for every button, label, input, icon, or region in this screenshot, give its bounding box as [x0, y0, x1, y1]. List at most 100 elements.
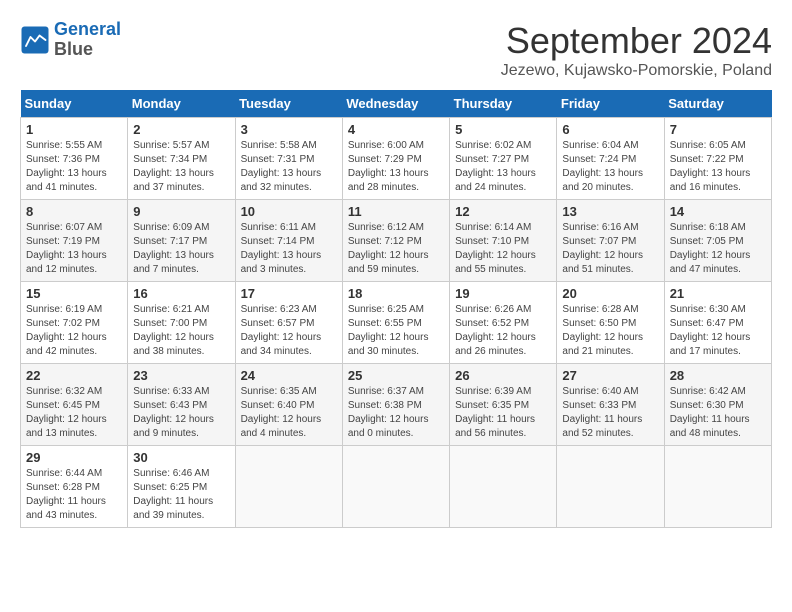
calendar-cell: 28Sunrise: 6:42 AMSunset: 6:30 PMDayligh…	[664, 364, 771, 446]
calendar-cell: 15Sunrise: 6:19 AMSunset: 7:02 PMDayligh…	[21, 282, 128, 364]
cell-content: Sunrise: 6:46 AMSunset: 6:25 PMDaylight:…	[133, 467, 229, 523]
day-number: 30	[133, 450, 229, 465]
cell-content: Sunrise: 6:14 AMSunset: 7:10 PMDaylight:…	[455, 221, 551, 277]
month-title: September 2024	[501, 20, 772, 62]
cell-content: Sunrise: 6:42 AMSunset: 6:30 PMDaylight:…	[670, 385, 766, 441]
day-number: 3	[241, 122, 337, 137]
cell-content: Sunrise: 6:09 AMSunset: 7:17 PMDaylight:…	[133, 221, 229, 277]
day-number: 7	[670, 122, 766, 137]
logo-icon	[20, 25, 50, 55]
day-number: 6	[562, 122, 658, 137]
cell-content: Sunrise: 6:39 AMSunset: 6:35 PMDaylight:…	[455, 385, 551, 441]
cell-content: Sunrise: 6:04 AMSunset: 7:24 PMDaylight:…	[562, 139, 658, 195]
calendar-cell: 6 Sunrise: 6:04 AMSunset: 7:24 PMDaylight…	[557, 118, 664, 200]
calendar-cell: 29 Sunrise: 6:44 AMSunset: 6:28 PMDayligh…	[21, 446, 128, 528]
calendar-cell: 12Sunrise: 6:14 AMSunset: 7:10 PMDayligh…	[450, 200, 557, 282]
cell-content: Sunrise: 5:57 AMSunset: 7:34 PMDaylight:…	[133, 139, 229, 195]
calendar-cell: 10 Sunrise: 6:11 AMSunset: 7:14 PMDayligh…	[235, 200, 342, 282]
calendar-cell: 3 Sunrise: 5:58 AMSunset: 7:31 PMDaylight…	[235, 118, 342, 200]
day-number: 4	[348, 122, 444, 137]
weekday-header: Tuesday	[235, 90, 342, 118]
day-number: 13	[562, 204, 658, 219]
cell-content: Sunrise: 6:33 AMSunset: 6:43 PMDaylight:…	[133, 385, 229, 441]
day-number: 14	[670, 204, 766, 219]
calendar-cell: 17 Sunrise: 6:23 AMSunset: 6:57 PMDayligh…	[235, 282, 342, 364]
cell-content: Sunrise: 6:18 AMSunset: 7:05 PMDaylight:…	[670, 221, 766, 277]
cell-content: Sunrise: 6:12 AMSunset: 7:12 PMDaylight:…	[348, 221, 444, 277]
calendar-cell: 30 Sunrise: 6:46 AMSunset: 6:25 PMDayligh…	[128, 446, 235, 528]
calendar-cell: 20Sunrise: 6:28 AMSunset: 6:50 PMDayligh…	[557, 282, 664, 364]
day-number: 26	[455, 368, 551, 383]
day-number: 10	[241, 204, 337, 219]
calendar-week-row: 1 Sunrise: 5:55 AMSunset: 7:36 PMDaylight…	[21, 118, 772, 200]
day-number: 9	[133, 204, 229, 219]
cell-content: Sunrise: 6:11 AMSunset: 7:14 PMDaylight:…	[241, 221, 337, 277]
day-number: 29	[26, 450, 122, 465]
logo-text: General Blue	[54, 20, 121, 60]
calendar-table: SundayMondayTuesdayWednesdayThursdayFrid…	[20, 90, 772, 528]
page-header: General Blue September 2024 Jezewo, Kuja…	[20, 20, 772, 80]
day-number: 27	[562, 368, 658, 383]
cell-content: Sunrise: 6:40 AMSunset: 6:33 PMDaylight:…	[562, 385, 658, 441]
cell-content: Sunrise: 6:05 AMSunset: 7:22 PMDaylight:…	[670, 139, 766, 195]
calendar-cell: 27 Sunrise: 6:40 AMSunset: 6:33 PMDayligh…	[557, 364, 664, 446]
logo: General Blue	[20, 20, 121, 60]
calendar-week-row: 29 Sunrise: 6:44 AMSunset: 6:28 PMDayligh…	[21, 446, 772, 528]
calendar-week-row: 8 Sunrise: 6:07 AMSunset: 7:19 PMDaylight…	[21, 200, 772, 282]
calendar-cell: 7 Sunrise: 6:05 AMSunset: 7:22 PMDaylight…	[664, 118, 771, 200]
location: Jezewo, Kujawsko-Pomorskie, Poland	[501, 62, 772, 80]
weekday-header: Sunday	[21, 90, 128, 118]
calendar-cell: 14 Sunrise: 6:18 AMSunset: 7:05 PMDayligh…	[664, 200, 771, 282]
calendar-cell: 9 Sunrise: 6:09 AMSunset: 7:17 PMDaylight…	[128, 200, 235, 282]
calendar-cell: 18 Sunrise: 6:25 AMSunset: 6:55 PMDayligh…	[342, 282, 449, 364]
day-number: 18	[348, 286, 444, 301]
calendar-cell: 26 Sunrise: 6:39 AMSunset: 6:35 PMDayligh…	[450, 364, 557, 446]
calendar-cell: 4 Sunrise: 6:00 AMSunset: 7:29 PMDaylight…	[342, 118, 449, 200]
weekday-header-row: SundayMondayTuesdayWednesdayThursdayFrid…	[21, 90, 772, 118]
calendar-cell: 24Sunrise: 6:35 AMSunset: 6:40 PMDayligh…	[235, 364, 342, 446]
calendar-cell	[235, 446, 342, 528]
cell-content: Sunrise: 6:02 AMSunset: 7:27 PMDaylight:…	[455, 139, 551, 195]
weekday-header: Thursday	[450, 90, 557, 118]
cell-content: Sunrise: 6:44 AMSunset: 6:28 PMDaylight:…	[26, 467, 122, 523]
calendar-cell: 13 Sunrise: 6:16 AMSunset: 7:07 PMDayligh…	[557, 200, 664, 282]
cell-content: Sunrise: 6:23 AMSunset: 6:57 PMDaylight:…	[241, 303, 337, 359]
cell-content: Sunrise: 6:30 AMSunset: 6:47 PMDaylight:…	[670, 303, 766, 359]
day-number: 20	[562, 286, 658, 301]
day-number: 8	[26, 204, 122, 219]
calendar-cell	[450, 446, 557, 528]
calendar-cell: 2Sunrise: 5:57 AMSunset: 7:34 PMDaylight…	[128, 118, 235, 200]
day-number: 21	[670, 286, 766, 301]
day-number: 22	[26, 368, 122, 383]
title-section: September 2024 Jezewo, Kujawsko-Pomorski…	[501, 20, 772, 80]
cell-content: Sunrise: 6:16 AMSunset: 7:07 PMDaylight:…	[562, 221, 658, 277]
weekday-header: Monday	[128, 90, 235, 118]
cell-content: Sunrise: 5:58 AMSunset: 7:31 PMDaylight:…	[241, 139, 337, 195]
day-number: 1	[26, 122, 122, 137]
cell-content: Sunrise: 6:00 AMSunset: 7:29 PMDaylight:…	[348, 139, 444, 195]
day-number: 25	[348, 368, 444, 383]
weekday-header: Saturday	[664, 90, 771, 118]
day-number: 19	[455, 286, 551, 301]
calendar-cell	[557, 446, 664, 528]
calendar-week-row: 22Sunrise: 6:32 AMSunset: 6:45 PMDayligh…	[21, 364, 772, 446]
day-number: 15	[26, 286, 122, 301]
calendar-cell: 1 Sunrise: 5:55 AMSunset: 7:36 PMDaylight…	[21, 118, 128, 200]
cell-content: Sunrise: 6:35 AMSunset: 6:40 PMDaylight:…	[241, 385, 337, 441]
cell-content: Sunrise: 6:21 AMSunset: 7:00 PMDaylight:…	[133, 303, 229, 359]
day-number: 5	[455, 122, 551, 137]
calendar-cell: 21 Sunrise: 6:30 AMSunset: 6:47 PMDayligh…	[664, 282, 771, 364]
calendar-cell: 8 Sunrise: 6:07 AMSunset: 7:19 PMDaylight…	[21, 200, 128, 282]
day-number: 16	[133, 286, 229, 301]
calendar-cell: 11Sunrise: 6:12 AMSunset: 7:12 PMDayligh…	[342, 200, 449, 282]
calendar-cell: 23Sunrise: 6:33 AMSunset: 6:43 PMDayligh…	[128, 364, 235, 446]
cell-content: Sunrise: 6:07 AMSunset: 7:19 PMDaylight:…	[26, 221, 122, 277]
calendar-cell: 16 Sunrise: 6:21 AMSunset: 7:00 PMDayligh…	[128, 282, 235, 364]
cell-content: Sunrise: 5:55 AMSunset: 7:36 PMDaylight:…	[26, 139, 122, 195]
calendar-cell: 19Sunrise: 6:26 AMSunset: 6:52 PMDayligh…	[450, 282, 557, 364]
cell-content: Sunrise: 6:25 AMSunset: 6:55 PMDaylight:…	[348, 303, 444, 359]
calendar-cell	[342, 446, 449, 528]
calendar-cell: 25Sunrise: 6:37 AMSunset: 6:38 PMDayligh…	[342, 364, 449, 446]
weekday-header: Friday	[557, 90, 664, 118]
day-number: 17	[241, 286, 337, 301]
